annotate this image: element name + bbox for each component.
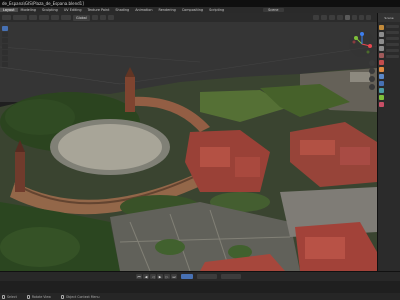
3d-viewport[interactable]: [0, 22, 377, 271]
tab-shading[interactable]: Shading: [112, 8, 132, 12]
shading-solid-button[interactable]: [352, 15, 357, 20]
view-menu[interactable]: [29, 15, 37, 20]
material-tab-icon[interactable]: [379, 102, 384, 107]
status-rotate-view: Rotate View: [26, 294, 51, 299]
gizmo-toggle-button[interactable]: [321, 15, 327, 20]
pivot-point-button[interactable]: [91, 15, 98, 20]
shading-material-button[interactable]: [359, 15, 364, 20]
xray-toggle-button[interactable]: [337, 15, 343, 20]
jump-end-icon[interactable]: ⏭: [171, 274, 177, 279]
cursor-tool-button[interactable]: [2, 32, 8, 37]
scale-tool-button[interactable]: [2, 50, 8, 55]
output-tab-icon[interactable]: [379, 39, 384, 44]
tab-texture-paint[interactable]: Texture Paint: [85, 8, 113, 12]
tab-uv-editing[interactable]: UV Editing: [61, 8, 85, 12]
rotate-tool-button[interactable]: [2, 44, 8, 49]
scene-tab-icon[interactable]: [379, 53, 384, 58]
annotate-tool-button[interactable]: [2, 62, 8, 67]
shading-rendered-button[interactable]: [366, 15, 371, 20]
shading-wireframe-button[interactable]: [345, 15, 350, 20]
property-field[interactable]: [386, 37, 399, 40]
pan-hand-icon[interactable]: [369, 68, 375, 74]
property-field[interactable]: [386, 55, 399, 58]
tab-sculpting[interactable]: Sculpting: [39, 8, 61, 12]
visibility-button[interactable]: [313, 15, 319, 20]
object-tab-icon[interactable]: [379, 67, 384, 72]
photogrammetry-scene: [0, 22, 377, 271]
transform-tool-button[interactable]: [2, 56, 8, 61]
move-tool-button[interactable]: [2, 38, 8, 43]
zoom-icon[interactable]: [369, 60, 375, 66]
mouse-right-icon: [60, 294, 64, 299]
title-bar: de_Espana\GIS\Plaza_de_Espana.blend1]: [0, 0, 400, 7]
viewport-nav-buttons: [369, 60, 375, 90]
property-field[interactable]: [386, 25, 399, 28]
properties-tabs: [379, 25, 384, 107]
scene-selector[interactable]: Scene: [263, 8, 284, 12]
snap-button[interactable]: [99, 15, 106, 20]
mouse-middle-icon: [26, 294, 30, 299]
viewport-header: Global: [0, 13, 377, 22]
play-icon[interactable]: ▶: [157, 274, 163, 279]
mouse-left-icon: [2, 294, 5, 299]
data-tab-icon[interactable]: [379, 95, 384, 100]
tool-tab-icon[interactable]: [379, 25, 384, 30]
properties-header-label: Scene: [384, 15, 394, 20]
property-field[interactable]: [386, 49, 399, 52]
status-rotate-label: Rotate View: [31, 294, 51, 299]
next-keyframe-icon[interactable]: ▷: [164, 274, 170, 279]
transform-orientation-dropdown[interactable]: Global: [73, 14, 90, 21]
property-field[interactable]: [386, 43, 399, 46]
navigation-gizmo-icon[interactable]: [348, 30, 376, 58]
tab-rendering[interactable]: Rendering: [155, 8, 178, 12]
properties-header: Scene: [378, 13, 400, 22]
modifier-tab-icon[interactable]: [379, 74, 384, 79]
status-context-menu: Object Context Menu: [60, 294, 100, 299]
timeline-header: ⏮ ◀ ◁ ▶ ▷ ⏭: [0, 271, 400, 281]
overlay-toggle-button[interactable]: [329, 15, 335, 20]
proportional-edit-button[interactable]: [107, 15, 114, 20]
status-select: Select: [2, 294, 17, 299]
object-menu[interactable]: [61, 15, 71, 20]
add-menu[interactable]: [51, 15, 59, 20]
tab-layout[interactable]: Layout: [0, 8, 18, 12]
world-tab-icon[interactable]: [379, 60, 384, 65]
view-layer-tab-icon[interactable]: [379, 46, 384, 51]
jump-start-icon[interactable]: ⏮: [136, 274, 142, 279]
camera-view-icon[interactable]: [369, 76, 375, 82]
current-frame-field[interactable]: [181, 274, 193, 279]
tool-shelf: [2, 26, 8, 72]
prev-keyframe-icon[interactable]: ◀: [143, 274, 149, 279]
end-frame-field[interactable]: [221, 274, 241, 279]
status-context-label: Object Context Menu: [65, 294, 100, 299]
editor-type-button[interactable]: [2, 15, 11, 20]
timeline-track[interactable]: [0, 281, 400, 293]
perspective-toggle-icon[interactable]: [369, 84, 375, 90]
window-title: de_Espana\GIS\Plaza_de_Espana.blend1]: [2, 1, 84, 6]
render-tab-icon[interactable]: [379, 32, 384, 37]
tab-compositing[interactable]: Compositing: [179, 8, 206, 12]
tab-scripting[interactable]: Scripting: [206, 8, 227, 12]
property-field[interactable]: [386, 31, 399, 34]
transform-orientation-label: Global: [76, 15, 87, 20]
properties-content: [386, 25, 399, 61]
play-reverse-icon[interactable]: ◁: [150, 274, 156, 279]
object-mode-dropdown[interactable]: [13, 15, 27, 20]
tab-modeling[interactable]: Modeling: [18, 8, 39, 12]
status-select-label: Select: [7, 294, 17, 299]
properties-panel: Scene: [377, 13, 400, 271]
start-frame-field[interactable]: [197, 274, 217, 279]
particles-tab-icon[interactable]: [379, 81, 384, 86]
tab-animation[interactable]: Animation: [132, 8, 155, 12]
select-tool-button[interactable]: [2, 26, 8, 31]
status-bar: Select Rotate View Object Context Menu: [0, 293, 400, 300]
playback-controls: ⏮ ◀ ◁ ▶ ▷ ⏭: [136, 274, 241, 279]
physics-tab-icon[interactable]: [379, 88, 384, 93]
select-menu[interactable]: [39, 15, 49, 20]
